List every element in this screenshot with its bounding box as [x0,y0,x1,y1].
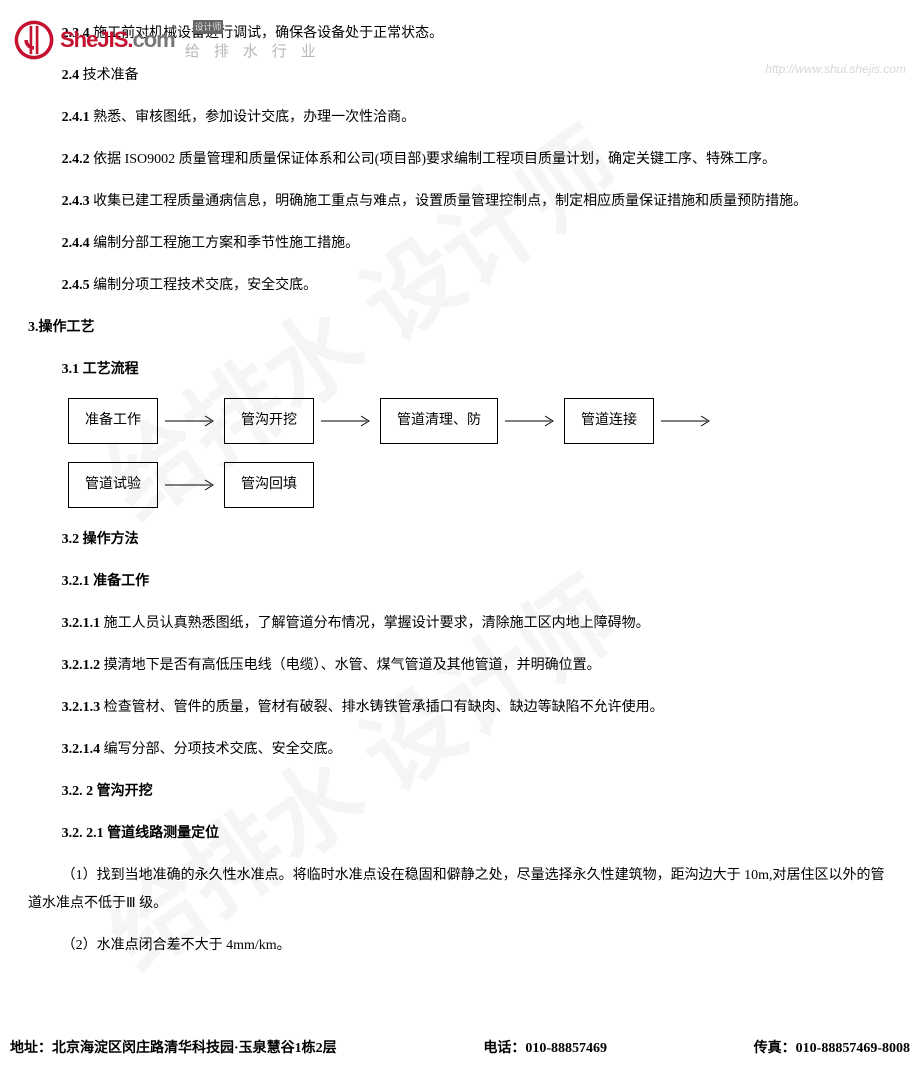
para-3-1: 3.1 工艺流程 [28,356,892,384]
para-3-2-1-2: 3.2.1.2 摸清地下是否有高低压电线（电缆）、水管、煤气管道及其他管道，并明… [28,652,892,680]
para-3-2: 3.2 操作方法 [28,526,892,554]
para-2-4-5: 2.4.5 编制分项工程技术交底，安全交底。 [28,272,892,300]
footer-address: 地址：北京海淀区闵庄路清华科技园·玉泉慧谷1栋2层 [10,1037,337,1057]
brand-main: SheJIS [60,27,127,52]
arrow-icon [158,414,224,428]
para-3-2-1-1: 3.2.1.1 施工人员认真熟悉图纸，了解管道分布情况，掌握设计要求，清除施工区… [28,610,892,638]
flow-row-2: 管道试验 管沟回填 [68,462,892,508]
logo-badge: 设计师 [193,20,223,34]
para-3-2-1-3: 3.2.1.3 检查管材、管件的质量，管材有破裂、排水铸铁管承插口有缺肉、缺边等… [28,694,892,722]
arrow-icon [654,414,720,428]
flow-box-1: 准备工作 [68,398,158,444]
para-3-2-2-1: 3.2. 2.1 管道线路测量定位 [28,820,892,848]
para-item-2: （2）水准点闭合差不大于 4mm/km。 [28,932,892,960]
para-2-4-3: 2.4.3 收集已建工程质量通病信息，明确施工重点与难点，设置质量管理控制点，制… [28,188,892,216]
para-3-2-2: 3.2. 2 管沟开挖 [28,778,892,806]
flow-box-4: 管道连接 [564,398,654,444]
heading-3: 3.操作工艺 [28,314,892,342]
para-2-4-1: 2.4.1 熟悉、审核图纸，参加设计交底，办理一次性洽商。 [28,104,892,132]
brand-com: com [133,27,175,52]
site-header: SheJIS.com 给排水行业 [12,18,330,62]
flow-row-1: 准备工作 管沟开挖 管道清理、防 管道连接 [68,398,892,444]
arrow-icon [314,414,380,428]
document-body: 2.3.4 施工前对机械设备进行调试，确保各设备处于正常状态。 2.4 技术准备… [28,20,892,974]
logo-icon [12,18,56,62]
arrow-icon [498,414,564,428]
tagline: 给排水行业 [185,40,330,61]
logo-text: SheJIS.com [60,29,175,51]
flow-box-5: 管道试验 [68,462,158,508]
arrow-icon [158,478,224,492]
para-3-2-1-4: 3.2.1.4 编写分部、分项技术交底、安全交底。 [28,736,892,764]
para-2-4-4: 2.4.4 编制分部工程施工方案和季节性施工措施。 [28,230,892,258]
flow-chart: 准备工作 管沟开挖 管道清理、防 管道连接 管道试验 管沟回填 [68,398,892,508]
page-footer: 地址：北京海淀区闵庄路清华科技园·玉泉慧谷1栋2层 电话：010-8885746… [0,1037,920,1057]
flow-box-3: 管道清理、防 [380,398,498,444]
para-item-1: （1）找到当地准确的永久性水准点。将临时水准点设在稳固和僻静之处，尽量选择永久性… [28,862,892,918]
flow-box-6: 管沟回填 [224,462,314,508]
footer-tel: 电话：010-88857469 [483,1037,607,1057]
para-2-4: 2.4 技术准备 [28,62,892,90]
footer-fax: 传真：010-88857469-8008 [754,1037,910,1057]
para-2-4-2: 2.4.2 依据 ISO9002 质量管理和质量保证体系和公司(项目部)要求编制… [28,146,892,174]
para-3-2-1: 3.2.1 准备工作 [28,568,892,596]
flow-box-2: 管沟开挖 [224,398,314,444]
